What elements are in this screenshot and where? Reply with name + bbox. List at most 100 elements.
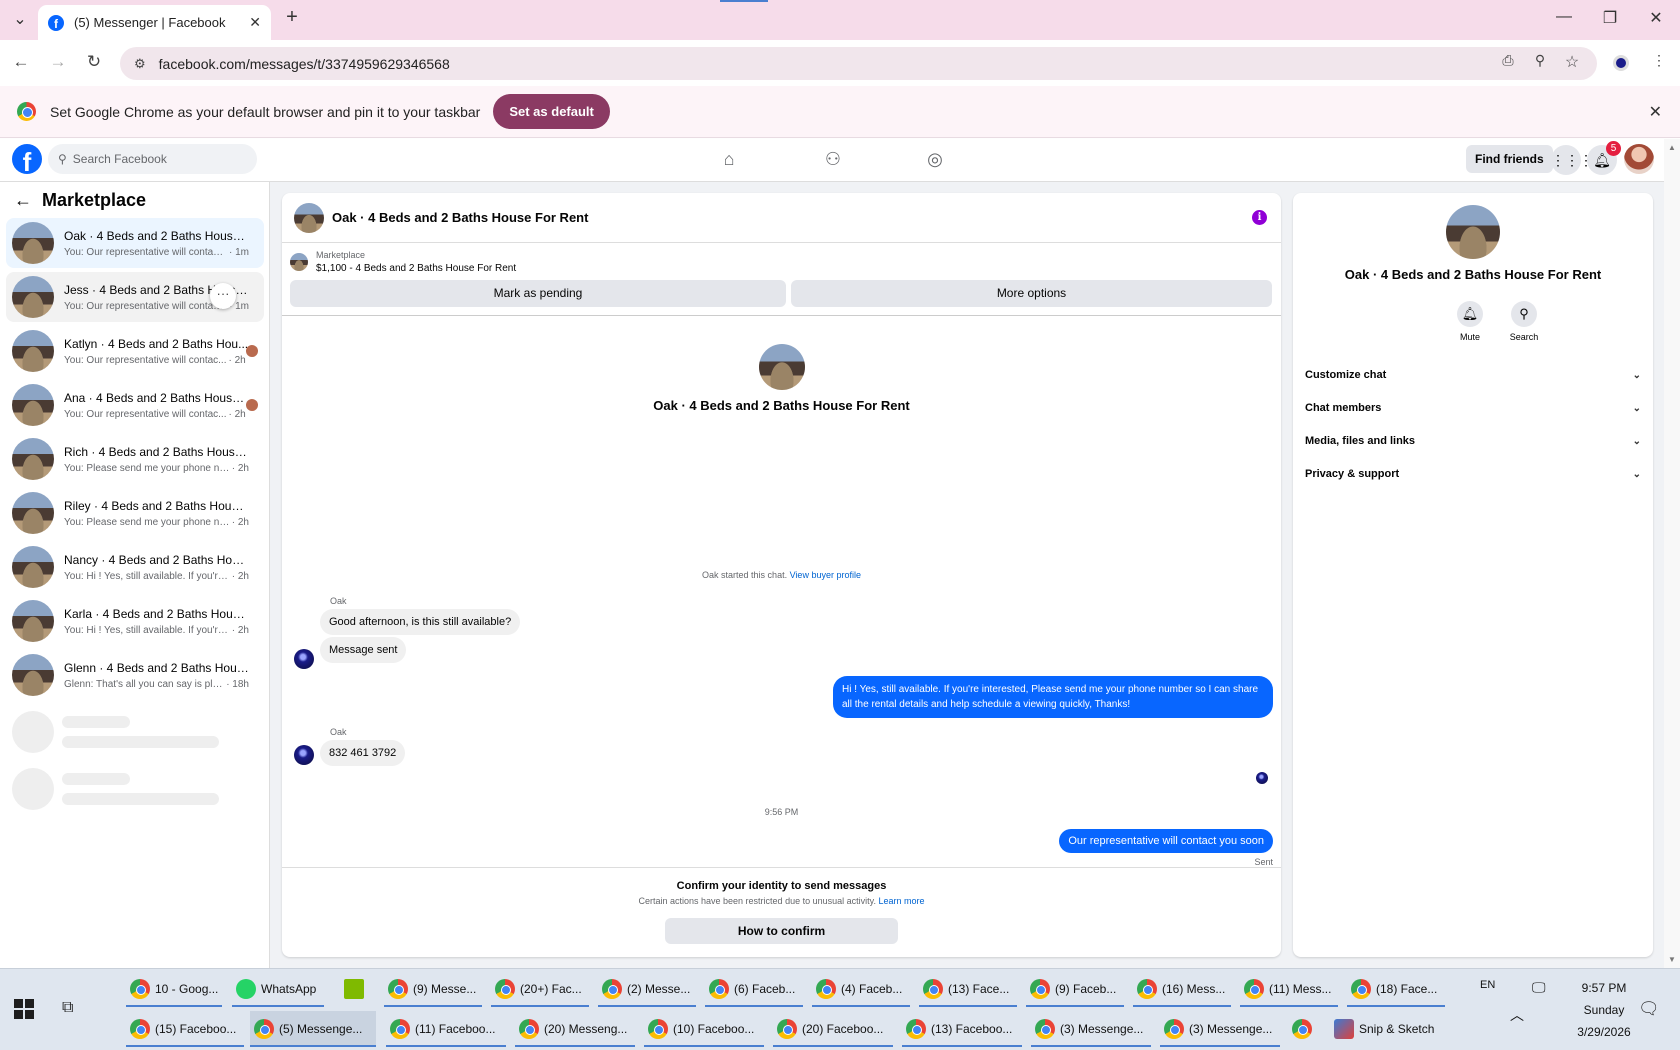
tab-close-icon[interactable]: ✕ (249, 14, 261, 31)
taskbar-item[interactable]: (20) Faceboo... (773, 1011, 893, 1047)
conversation-info-icon[interactable]: i (1252, 210, 1267, 225)
taskbar-item[interactable]: (15) Faceboo... (126, 1011, 244, 1047)
close-window-icon[interactable]: ✕ (1644, 8, 1668, 28)
zoom-icon[interactable]: ⚲ (1529, 52, 1551, 69)
media-files-links-section[interactable]: Media, files and links ⌄ (1305, 429, 1641, 453)
incoming-message[interactable]: 832 461 3792 (320, 740, 406, 766)
taskbar-item[interactable] (340, 971, 370, 1007)
taskbar-item[interactable]: (9) Faceb... (1026, 971, 1124, 1007)
chat-members-section[interactable]: Chat members ⌄ (1305, 396, 1641, 420)
incoming-message[interactable]: Message sent (320, 637, 407, 663)
taskbar-item[interactable] (1288, 1011, 1318, 1047)
more-options-button[interactable]: More options (791, 280, 1272, 307)
bookmark-star-icon[interactable]: ☆ (1561, 52, 1583, 72)
back-icon[interactable]: ← (10, 52, 32, 72)
taskbar-item[interactable]: (3) Messenge... (1031, 1011, 1151, 1047)
site-info-icon[interactable]: ⚙ (134, 56, 146, 72)
install-app-icon[interactable]: ⎙ (1497, 52, 1519, 69)
reload-icon[interactable]: ↻ (83, 52, 105, 72)
taskbar-item[interactable]: WhatsApp (232, 971, 324, 1007)
tab-messenger[interactable]: f (5) Messenger | Facebook ✕ (38, 5, 271, 40)
new-tab-icon[interactable]: + (280, 6, 304, 29)
search-action[interactable]: ⚲ Search (1499, 301, 1549, 342)
profile-icon[interactable] (1613, 55, 1629, 71)
details-avatar[interactable] (1446, 205, 1500, 259)
conversation-item[interactable]: Nancy · 4 Beds and 2 Baths House ... You… (6, 542, 264, 592)
task-view-icon[interactable]: ⧉ (62, 999, 73, 1017)
customize-chat-section[interactable]: Customize chat ⌄ (1305, 363, 1641, 387)
facebook-logo-icon[interactable]: f (12, 144, 42, 174)
windows-start-icon[interactable] (14, 999, 34, 1019)
taskbar-item[interactable]: Snip & Sketch (1330, 1011, 1446, 1047)
set-default-button[interactable]: Set as default (493, 94, 610, 129)
taskbar-item[interactable]: (6) Faceb... (705, 971, 803, 1007)
restore-icon[interactable]: ❐ (1598, 8, 1622, 28)
taskbar-item[interactable]: (20) Messeng... (515, 1011, 635, 1047)
taskbar-item[interactable]: (10) Faceboo... (644, 1011, 764, 1047)
taskbar-item[interactable]: 10 - Goog... (126, 971, 222, 1007)
facebook-search-input[interactable]: ⚲ Search Facebook (48, 144, 257, 174)
clock-date[interactable]: 3/29/2026 (1567, 1025, 1641, 1039)
taskbar-item[interactable]: (3) Messenge... (1160, 1011, 1280, 1047)
conversation-item[interactable]: Rich · 4 Beds and 2 Baths House F... You… (6, 434, 264, 484)
friends-icon[interactable]: ⚇ (821, 149, 845, 170)
conversation-item[interactable]: Riley · 4 Beds and 2 Baths House F... Yo… (6, 488, 264, 538)
outgoing-message[interactable]: Hi ! Yes, still available. If you're int… (833, 676, 1273, 718)
learn-more-link[interactable]: Learn more (878, 896, 924, 906)
page-scrollbar[interactable]: ▲ ▼ (1664, 139, 1680, 968)
incoming-message[interactable]: Good afternoon, is this still available? (320, 609, 521, 635)
scroll-down-icon[interactable]: ▼ (1668, 955, 1676, 964)
clock-time[interactable]: 9:57 PM (1567, 981, 1641, 995)
menu-grid-icon[interactable]: ⋮⋮⋮ (1551, 145, 1593, 175)
taskbar-item[interactable]: (11) Faceboo... (386, 1011, 506, 1047)
more-options-icon[interactable]: ··· (210, 283, 236, 309)
mute-action[interactable]: 🔔︎ Mute (1445, 301, 1495, 342)
conversation-item[interactable]: Oak · 4 Beds and 2 Baths House F... You:… (6, 218, 264, 268)
conversation-item[interactable]: Katlyn · 4 Beds and 2 Baths Hou... You: … (6, 326, 264, 376)
conversation-item[interactable]: Ana · 4 Beds and 2 Baths House ... You: … (6, 380, 264, 430)
home-icon[interactable]: ⌂ (717, 149, 741, 170)
forward-icon[interactable]: → (47, 52, 69, 72)
taskbar-item-active[interactable]: (5) Messenge... (250, 1011, 376, 1047)
sender-avatar[interactable] (294, 745, 314, 765)
minimize-icon[interactable]: — (1552, 8, 1576, 26)
conversation-item[interactable]: Glenn · 4 Beds and 2 Baths House ... Gle… (6, 650, 264, 700)
address-bar[interactable]: ⚙ facebook.com/messages/t/33749596293465… (120, 47, 1597, 80)
section-label: Customize chat (1305, 369, 1387, 381)
listing-banner[interactable]: Marketplace $1,100 - 4 Beds and 2 Baths … (290, 250, 516, 274)
conversation-item[interactable]: Karla · 4 Beds and 2 Baths House F... Yo… (6, 596, 264, 646)
sender-avatar[interactable] (294, 649, 314, 669)
groups-icon[interactable]: ◎ (923, 149, 947, 170)
chat-started-note: Oak started this chat. View buyer profil… (282, 570, 1281, 580)
show-hidden-icons-chevron-icon[interactable]: ︿ (1510, 1005, 1524, 1025)
network-icon[interactable]: 🖵︎ (1532, 979, 1546, 996)
infobar-close-icon[interactable]: ✕ (1649, 102, 1662, 122)
chat-title[interactable]: Oak · 4 Beds and 2 Baths House For Rent (332, 210, 588, 225)
language-indicator[interactable]: EN (1480, 979, 1495, 991)
chat-avatar[interactable] (294, 202, 324, 233)
find-friends-button[interactable]: Find friends (1466, 145, 1553, 173)
view-buyer-profile-link[interactable]: View buyer profile (790, 570, 861, 580)
menu-kebab-icon[interactable]: ⋮ (1648, 52, 1670, 69)
taskbar-item[interactable]: (4) Faceb... (812, 971, 910, 1007)
how-to-confirm-button[interactable]: How to confirm (665, 918, 898, 944)
account-avatar[interactable] (1624, 144, 1654, 174)
privacy-support-section[interactable]: Privacy & support ⌄ (1305, 462, 1641, 486)
taskbar-item[interactable]: (13) Faceboo... (902, 1011, 1022, 1047)
taskbar-item[interactable]: (9) Messe... (384, 971, 482, 1007)
taskbar-item[interactable]: (20+) Fac... (491, 971, 589, 1007)
conversation-item[interactable]: Jess · 4 Beds and 2 Baths House F... You… (6, 272, 264, 322)
taskbar-item[interactable]: (11) Mess... (1240, 971, 1338, 1007)
tab-search-chevron-icon[interactable]: ⌄ (8, 9, 32, 29)
profile-avatar[interactable] (758, 344, 805, 390)
taskbar-item[interactable]: (13) Face... (919, 971, 1017, 1007)
taskbar-item[interactable]: (2) Messe... (598, 971, 696, 1007)
taskbar-item[interactable]: (16) Mess... (1133, 971, 1231, 1007)
outgoing-message[interactable]: Our representative will contact you soon (1059, 829, 1273, 853)
back-arrow-icon[interactable]: ← (14, 190, 32, 211)
scroll-up-icon[interactable]: ▲ (1668, 143, 1676, 152)
clock-day[interactable]: Sunday (1567, 1003, 1641, 1017)
taskbar-item[interactable]: (18) Face... (1347, 971, 1445, 1007)
mark-as-pending-button[interactable]: Mark as pending (290, 280, 786, 307)
action-center-icon[interactable]: 🗨︎ (1638, 999, 1660, 1019)
